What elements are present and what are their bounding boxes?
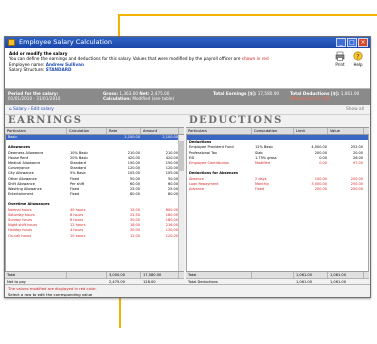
deductions-title: DEDUCTIONS <box>189 115 283 126</box>
deductions-table-cell: 200.00 <box>314 186 327 191</box>
breadcrumb-separator: › <box>27 107 30 112</box>
earnings-table-cell: 10 hours <box>70 233 86 238</box>
decorative-line-bottom <box>119 296 121 328</box>
app-icon <box>8 39 15 46</box>
deductions-table-cell: 200.00 <box>350 186 363 191</box>
deductions-table-row[interactable]: Advance Fixed 200.00 200.00 <box>187 187 368 192</box>
print-button[interactable]: Print <box>332 51 348 67</box>
breadcrumb-home-icon[interactable]: ⌂ <box>9 107 12 112</box>
deductions-header: Particulars Computation Limit Value <box>186 127 369 135</box>
earnings-header: Particulars Calculation Rate Amount <box>5 127 184 135</box>
breadcrumb-item-salary[interactable]: Salary <box>13 107 27 112</box>
deductions-pane: DEDUCTIONS Particulars Computation Limit… <box>186 115 369 286</box>
earnings-total-cell: Total Earnings [$]: 17,580.00 <box>213 91 280 96</box>
salary-window: Employee Salary Calculation _ □ × Add or… <box>4 36 371 298</box>
title-bar: Employee Salary Calculation _ □ × <box>5 37 370 48</box>
gross-cell: Gross: 1,363.00 Net: 2,475.00 Calculatio… <box>103 91 175 101</box>
deductions-grid: Deductions Employee Provident Fund 12% Bas… <box>186 135 369 272</box>
deductions-table-cell: Fixed <box>255 186 265 191</box>
earnings-scrollbar[interactable] <box>178 135 184 272</box>
help-button[interactable]: ? Help <box>350 51 366 67</box>
earnings-pane: EARNINGS Particulars Calculation Rate Am… <box>5 115 184 286</box>
printer-icon <box>335 51 345 61</box>
show-all-link[interactable]: Show all <box>346 105 364 114</box>
window-controls: _ □ × <box>336 38 368 47</box>
earnings-table-cell: 12.00 <box>129 233 140 238</box>
maximize-button[interactable]: □ <box>347 38 357 47</box>
deductions-col-limit[interactable]: Limit <box>294 128 328 134</box>
deductions-col-particulars[interactable]: Particulars <box>186 128 252 134</box>
tables-area: EARNINGS Particulars Calculation Rate Am… <box>5 115 370 286</box>
earnings-table-row[interactable]: On-call hours 10 hours 12.00 120.00 <box>6 234 183 239</box>
summary-bar: Period for the salary: 01/01/2010 - 31/0… <box>5 89 370 105</box>
salary-structure-line: Salary Structure: STANDARD <box>9 66 72 72</box>
deductions-col-value[interactable]: Value <box>328 128 364 134</box>
earnings-col-calculation[interactable]: Calculation <box>67 128 107 134</box>
status-bar: The values modified are displayed in red… <box>5 284 370 297</box>
earnings-table-cell: On-call hours <box>8 233 32 238</box>
employee-name: Andrew Sullivan <box>45 61 84 67</box>
deductions-table-cell: Advance <box>189 186 205 191</box>
close-button[interactable]: × <box>358 38 368 47</box>
status-line-2: Select a row to edit the corresponding v… <box>8 291 93 297</box>
period-cell: Period for the salary: 01/01/2010 - 31/0… <box>8 91 61 101</box>
earnings-col-particulars[interactable]: Particulars <box>5 128 67 134</box>
decorative-line-top <box>118 14 120 36</box>
deductions-total-cell: Total Deductions [$]: 1,061.00 Differenc… <box>290 91 360 101</box>
minimize-button[interactable]: _ <box>336 38 346 47</box>
earnings-col-rate[interactable]: Rate <box>107 128 141 134</box>
salary-structure: STANDARD <box>45 66 72 72</box>
decorative-line-top-horizontal <box>118 14 377 16</box>
earnings-title: EARNINGS <box>8 115 83 126</box>
breadcrumb: ⌂ Salary › Edit salary Show all <box>5 105 370 115</box>
svg-text:?: ? <box>356 53 359 60</box>
header-panel: Add or modify the salary You can define … <box>5 48 370 89</box>
earnings-scroll-thumb[interactable] <box>179 141 184 171</box>
earnings-table-cell: 120.00 <box>165 233 178 238</box>
earnings-col-amount[interactable]: Amount <box>141 128 179 134</box>
window-title: Employee Salary Calculation <box>19 38 113 46</box>
earnings-grid: Basic 2,100.00 2,100.00 Allowances Dearness … <box>5 135 184 272</box>
breadcrumb-item-edit[interactable]: Edit salary <box>31 107 54 112</box>
deductions-col-computation[interactable]: Computation <box>252 128 294 134</box>
help-icon: ? <box>353 51 363 61</box>
